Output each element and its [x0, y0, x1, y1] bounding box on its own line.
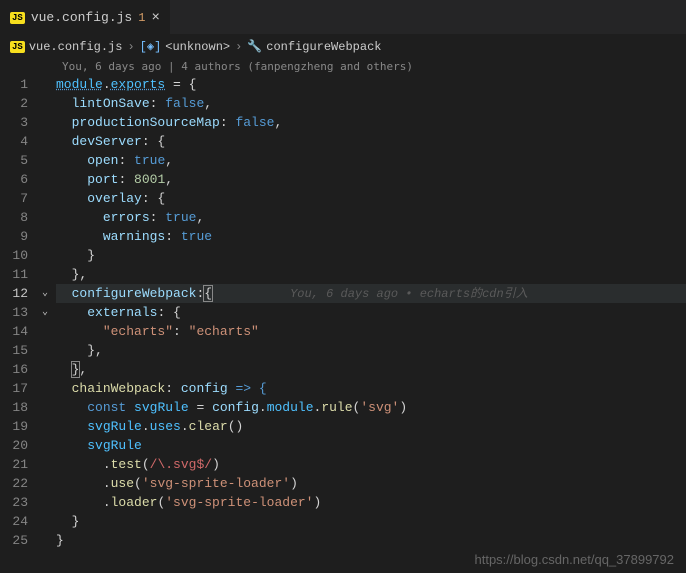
codelens[interactable]: You, 6 days ago | 4 authors (fanpengzhen… — [0, 58, 686, 75]
js-icon: JS — [10, 12, 25, 24]
tab-modified-indicator: 1 — [138, 11, 145, 25]
chevron-right-icon: › — [235, 40, 242, 54]
breadcrumb-label: <unknown> — [165, 40, 230, 54]
gutter: 1234567891011121314151617181920212223242… — [0, 75, 42, 550]
code-content[interactable]: module.exports = { lintOnSave: false, pr… — [56, 75, 686, 550]
chevron-down-icon[interactable]: ⌄ — [42, 303, 48, 322]
chevron-right-icon: › — [127, 40, 134, 54]
breadcrumb-segment[interactable]: [◈] <unknown> — [140, 39, 230, 54]
active-line: configureWebpack:{ You, 6 days ago • ech… — [56, 284, 686, 303]
cube-icon: [◈] — [140, 39, 162, 54]
breadcrumb-label: configureWebpack — [266, 40, 381, 54]
tab-name: vue.config.js — [31, 10, 132, 25]
watermark: https://blog.csdn.net/qq_37899792 — [475, 552, 675, 567]
tab-bar: JS vue.config.js 1 × — [0, 0, 686, 35]
breadcrumb-file-label: vue.config.js — [29, 40, 123, 54]
code-editor[interactable]: 1234567891011121314151617181920212223242… — [0, 75, 686, 550]
inline-blame: You, 6 days ago • echarts的cdn引入 — [290, 287, 528, 301]
breadcrumb-segment[interactable]: 🔧 configureWebpack — [247, 39, 381, 54]
close-icon[interactable]: × — [151, 10, 159, 26]
wrench-icon: 🔧 — [247, 39, 262, 54]
file-tab[interactable]: JS vue.config.js 1 × — [0, 0, 170, 34]
breadcrumb: JS vue.config.js › [◈] <unknown> › 🔧 con… — [0, 35, 686, 58]
fold-column: ⌄ ⌄ — [42, 75, 56, 550]
breadcrumb-file[interactable]: JS vue.config.js — [10, 40, 122, 54]
js-icon: JS — [10, 41, 25, 53]
chevron-down-icon[interactable]: ⌄ — [42, 284, 48, 303]
